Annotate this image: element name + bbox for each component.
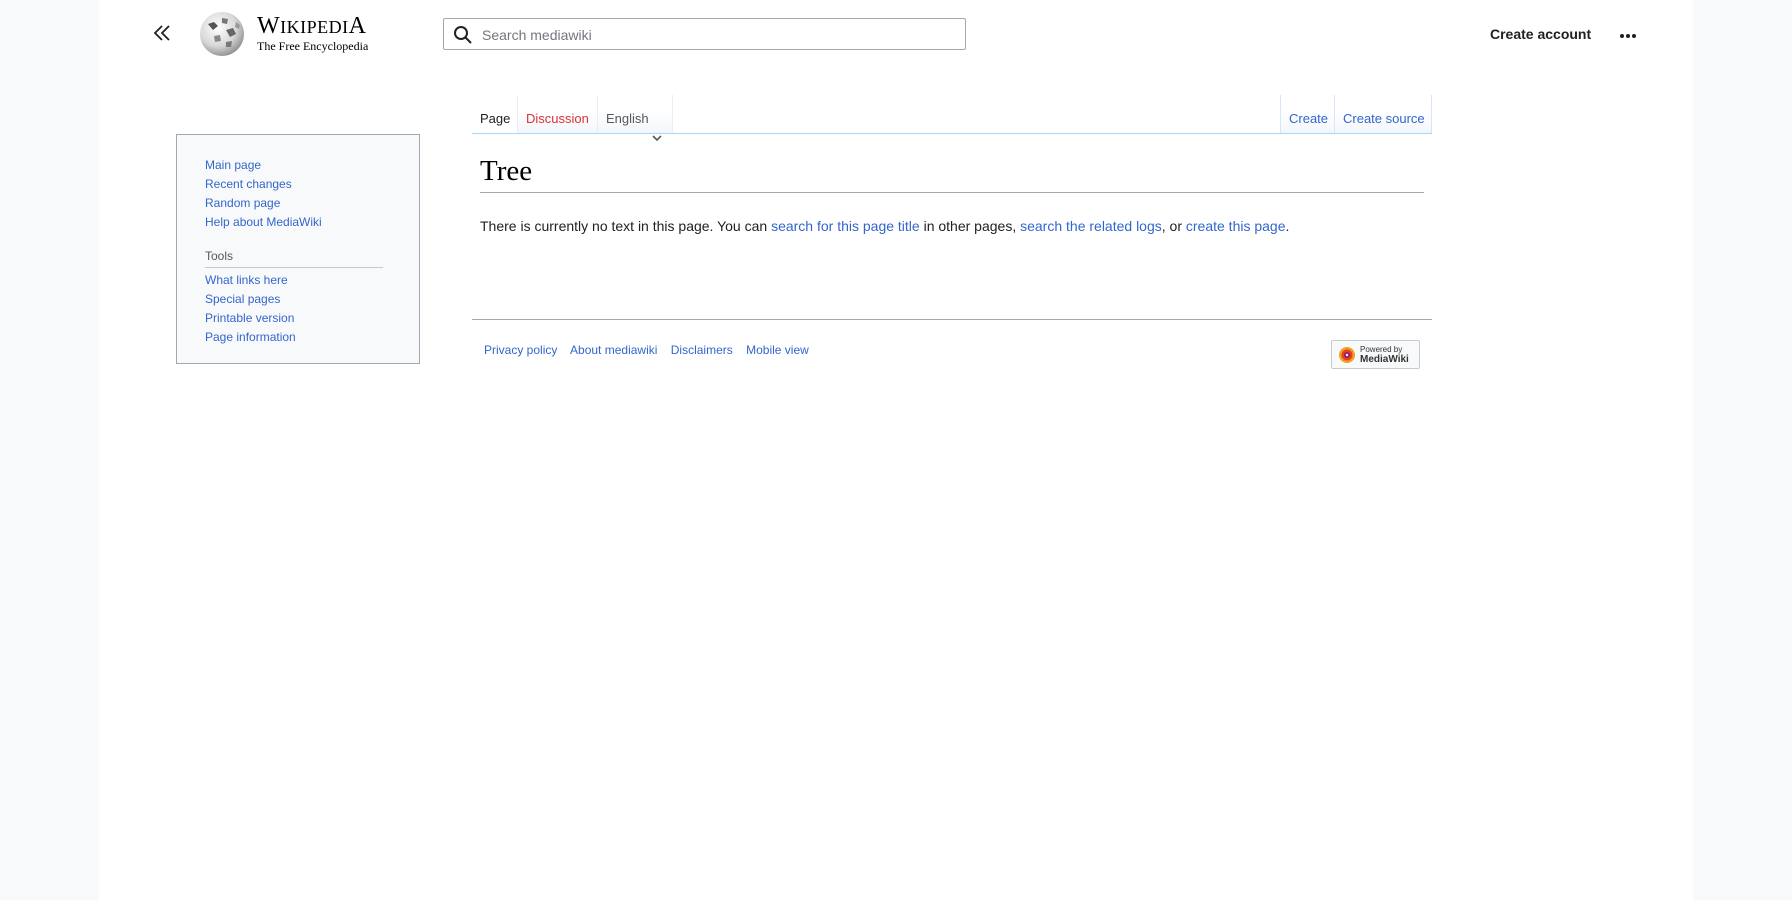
powered-by-mediawiki-badge[interactable]: Powered by MediaWiki	[1331, 340, 1420, 369]
wordmark-first-letter: W	[257, 13, 281, 39]
page-title: Tree	[480, 152, 1424, 193]
footer-disclaimers-link[interactable]: Disclaimers	[671, 343, 733, 357]
sidebar: Main page Recent changes Random page Hel…	[176, 134, 420, 364]
search-related-logs-link[interactable]: search the related logs	[1020, 218, 1162, 234]
sidebar-item-recent-changes[interactable]: Recent changes	[205, 177, 292, 191]
tab-page[interactable]: Page	[472, 95, 517, 133]
message-text: , or	[1161, 218, 1186, 234]
sidebar-item-special-pages[interactable]: Special pages	[205, 292, 280, 306]
message-text: .	[1285, 218, 1290, 234]
sidebar-tools: What links here Special pages Printable …	[205, 271, 296, 347]
wordmark-last-letter: A	[348, 13, 367, 39]
sidebar-item-main-page[interactable]: Main page	[205, 158, 261, 172]
more-options-icon[interactable]	[1620, 27, 1640, 41]
mediawiki-flower-icon	[1337, 345, 1357, 365]
page-tabs: Page Discussion English Create Create so…	[472, 95, 1432, 141]
wikipedia-wordmark[interactable]: WIKIPEDIA	[257, 13, 367, 40]
main-menu-toggle-icon[interactable]	[151, 22, 173, 44]
tab-create-source[interactable]: Create source	[1334, 95, 1432, 133]
tagline: The Free Encyclopedia	[257, 39, 369, 53]
search-input[interactable]	[480, 23, 954, 47]
sidebar-item-help[interactable]: Help about MediaWiki	[205, 215, 322, 229]
sidebar-item-printable-version[interactable]: Printable version	[205, 311, 294, 325]
wikipedia-globe-logo-icon[interactable]	[196, 10, 248, 58]
footer-links: Privacy policy About mediawiki Disclaime…	[484, 343, 819, 357]
footer-about-link[interactable]: About mediawiki	[570, 343, 657, 357]
tabs-divider	[472, 133, 1432, 134]
create-account-link[interactable]: Create account	[1490, 26, 1591, 42]
search-box[interactable]	[443, 18, 966, 50]
search-icon	[453, 25, 473, 45]
no-text-message: There is currently no text in this page.…	[480, 218, 1289, 234]
tab-create[interactable]: Create	[1280, 95, 1334, 133]
chevron-down-icon	[652, 115, 662, 141]
language-label: English	[606, 111, 649, 126]
sidebar-item-page-information[interactable]: Page information	[205, 330, 296, 344]
mediawiki-label: MediaWiki	[1360, 354, 1409, 365]
sidebar-item-what-links-here[interactable]: What links here	[205, 273, 288, 287]
tab-discussion[interactable]: Discussion	[517, 95, 597, 133]
wordmark-middle: IKIPEDI	[280, 17, 349, 37]
tools-heading: Tools	[205, 249, 383, 268]
language-selector[interactable]: English	[597, 95, 673, 141]
sidebar-item-random-page[interactable]: Random page	[205, 196, 280, 210]
footer-mobile-view-link[interactable]: Mobile view	[746, 343, 809, 357]
footer-divider	[472, 319, 1432, 320]
message-text: in other pages,	[919, 218, 1021, 234]
message-text: There is currently no text in this page.…	[480, 218, 772, 234]
footer-privacy-policy-link[interactable]: Privacy policy	[484, 343, 557, 357]
powered-by-label: Powered by	[1360, 345, 1403, 354]
search-page-title-link[interactable]: search for this page title	[771, 218, 920, 234]
sidebar-navigation: Main page Recent changes Random page Hel…	[205, 156, 322, 232]
create-this-page-link[interactable]: create this page	[1186, 218, 1286, 234]
